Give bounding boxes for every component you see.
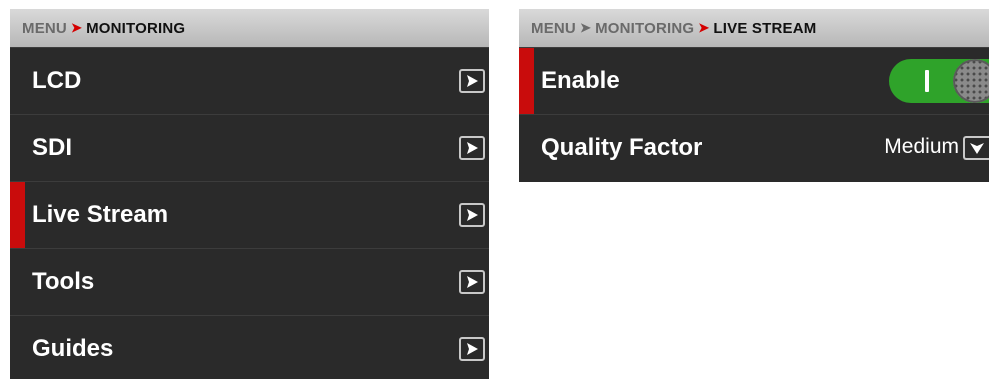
chevron-right-icon[interactable] — [459, 136, 485, 160]
setting-quality-factor[interactable]: Quality Factor Medium — [519, 114, 989, 180]
enable-toggle[interactable] — [889, 59, 989, 103]
chevron-down-icon[interactable] — [963, 136, 989, 160]
chevron-right-icon[interactable] — [459, 203, 485, 227]
menu-item-label: Live Stream — [32, 201, 169, 228]
breadcrumb-monitoring: MONITORING — [86, 19, 186, 37]
selection-indicator — [519, 48, 534, 114]
menu-item-lcd[interactable]: LCD — [10, 47, 489, 114]
monitoring-menu-panel: MENU ➤ MONITORING LCD SDI Live Stream To… — [10, 9, 489, 379]
chevron-right-icon[interactable] — [459, 337, 485, 361]
breadcrumb: MENU ➤ MONITORING — [10, 9, 489, 47]
breadcrumb: MENU ➤ MONITORING ➤ LIVE STREAM — [519, 9, 989, 47]
toggle-on-icon — [925, 70, 929, 92]
chevron-right-icon[interactable] — [459, 69, 485, 93]
menu-item-label: SDI — [32, 134, 73, 161]
menu-item-tools[interactable]: Tools — [10, 248, 489, 315]
breadcrumb-menu[interactable]: MENU — [22, 20, 67, 37]
selection-indicator — [10, 182, 25, 248]
setting-label: Quality Factor — [541, 133, 703, 161]
quality-factor-value[interactable]: Medium — [884, 135, 959, 159]
setting-label: Enable — [541, 67, 620, 94]
menu-item-live-stream[interactable]: Live Stream — [10, 181, 489, 248]
menu-item-label: Guides — [32, 335, 114, 362]
breadcrumb-separator-icon: ➤ — [698, 20, 710, 35]
menu-item-label: LCD — [32, 67, 82, 94]
toggle-knob[interactable] — [953, 59, 989, 103]
breadcrumb-separator-icon: ➤ — [579, 20, 592, 35]
breadcrumb-monitoring[interactable]: MONITORING — [595, 20, 694, 37]
breadcrumb-separator-icon: ➤ — [70, 20, 83, 35]
chevron-right-icon[interactable] — [459, 270, 485, 294]
breadcrumb-live-stream: LIVE STREAM — [713, 19, 817, 37]
menu-item-sdi[interactable]: SDI — [10, 114, 489, 181]
breadcrumb-menu[interactable]: MENU — [531, 20, 576, 37]
live-stream-menu-panel: MENU ➤ MONITORING ➤ LIVE STREAM Enable Q… — [519, 9, 989, 182]
menu-item-guides[interactable]: Guides — [10, 315, 489, 382]
setting-enable[interactable]: Enable — [519, 47, 989, 114]
menu-item-label: Tools — [32, 268, 95, 295]
